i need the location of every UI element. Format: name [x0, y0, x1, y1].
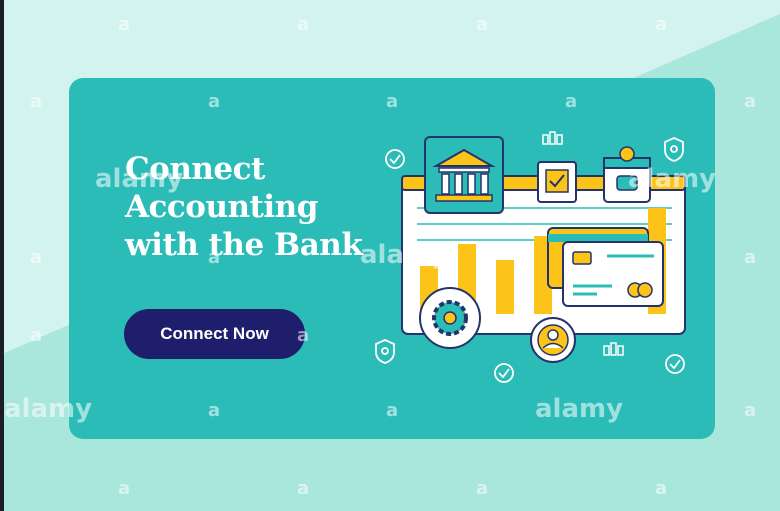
watermark-mark: a: [118, 14, 131, 35]
watermark-mark: a: [386, 91, 399, 112]
bank-icon: [424, 136, 504, 214]
watermark-mark: a: [297, 325, 310, 346]
watermark-brand: alamy: [4, 394, 93, 424]
watermark-mark: a: [386, 400, 399, 421]
watermark-mark: a: [744, 400, 757, 421]
watermark-mark: a: [565, 91, 578, 112]
user-group-icon: [530, 317, 576, 363]
watermark-mark: a: [476, 478, 489, 499]
watermark-mark: a: [208, 91, 221, 112]
watermark-mark: a: [476, 14, 489, 35]
watermark-mark: a: [744, 91, 757, 112]
headline-line-3: with the Bank: [125, 227, 363, 263]
document-check-icon: [537, 161, 577, 203]
watermark-mark: a: [30, 325, 43, 346]
watermark-mark: a: [118, 478, 131, 499]
watermark-mark: a: [655, 14, 668, 35]
watermark-mark: a: [297, 478, 310, 499]
watermark-mark: a: [30, 247, 43, 268]
watermark-mark: a: [744, 247, 757, 268]
watermark-mark: a: [297, 14, 310, 35]
credit-card-icon: [547, 227, 664, 307]
watermark-mark: a: [655, 478, 668, 499]
watermark-brand: alamy: [360, 240, 449, 270]
watermark-mark: a: [208, 247, 221, 268]
watermark-mark: a: [208, 400, 221, 421]
watermark-mark: a: [30, 91, 43, 112]
window-edge: [0, 0, 4, 511]
watermark-brand: alamy: [95, 164, 184, 194]
watermark-brand: alamy: [535, 394, 624, 424]
watermark-brand: alamy: [628, 164, 717, 194]
connect-now-button[interactable]: Connect Now: [124, 309, 305, 359]
gear-icon: [419, 287, 481, 349]
